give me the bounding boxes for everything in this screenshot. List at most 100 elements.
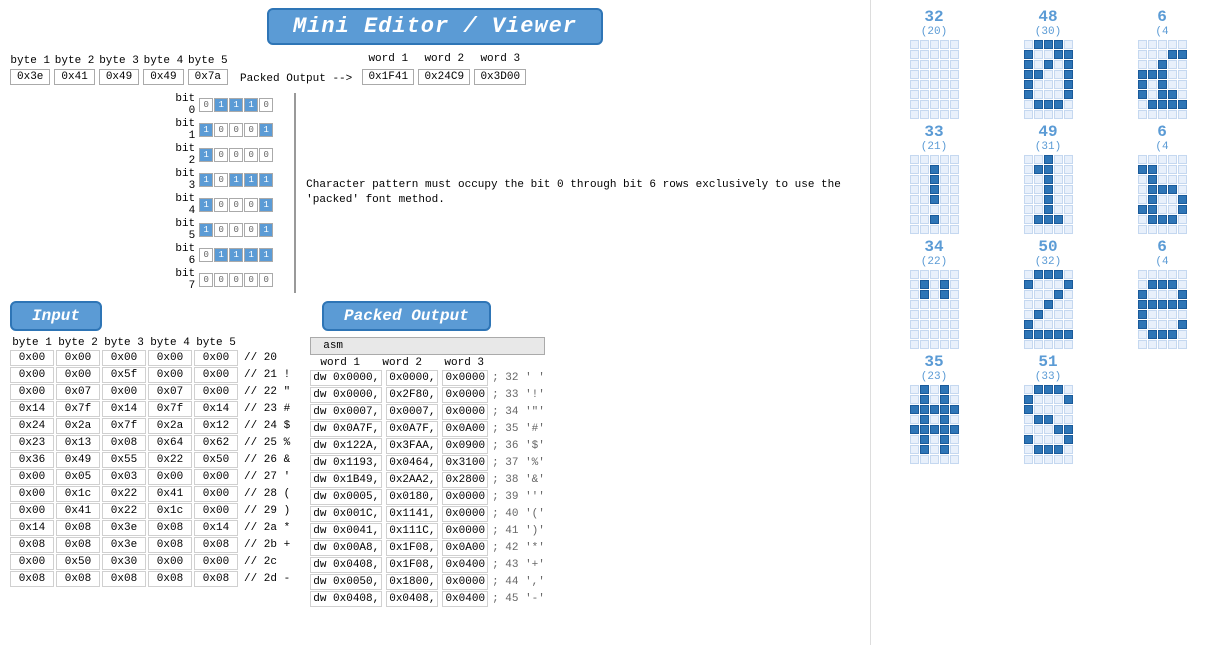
pixel-10-5-4 — [1064, 435, 1073, 444]
output-comment-12: ; 44 ',' — [492, 576, 545, 588]
pixel-2-6-3 — [1168, 100, 1177, 109]
pixel-3-2-0 — [910, 175, 919, 184]
char-num-label: 34 — [924, 238, 943, 256]
pixel-9-6-0 — [910, 445, 919, 454]
output-col-header-3: word 3 — [434, 357, 494, 369]
output-cell-10-0: dw 0x00A8, — [310, 540, 382, 556]
pixel-3-3-2 — [930, 185, 939, 194]
input-cell-6-3: 0x22 — [148, 452, 192, 468]
pixel-0-4-1 — [920, 80, 929, 89]
pixel-8-3-1 — [1148, 300, 1157, 309]
pixel-8-1-1 — [1148, 280, 1157, 289]
input-cell-0-1: 0x00 — [56, 350, 100, 366]
input-cell-0-3: 0x00 — [148, 350, 192, 366]
pixel-7-2-2 — [1044, 290, 1053, 299]
output-comment-10: ; 42 '*' — [492, 542, 545, 554]
pixel-2-5-0 — [1138, 90, 1147, 99]
input-cell-12-4: 0x00 — [194, 554, 238, 570]
pixel-8-5-2 — [1158, 320, 1167, 329]
input-cell-1-4: 0x00 — [194, 367, 238, 383]
bit-cell-4-0: 1 — [199, 198, 213, 212]
pixel-9-3-2 — [930, 415, 939, 424]
output-comment-13: ; 45 '-' — [492, 593, 545, 605]
pixel-2-6-1 — [1148, 100, 1157, 109]
bit-row-label-2: bit 2 — [165, 143, 195, 167]
output-cell-11-2: 0x0400 — [442, 557, 488, 573]
input-cell-3-0: 0x14 — [10, 401, 54, 417]
input-cell-3-1: 0x7f — [56, 401, 100, 417]
pixel-8-2-2 — [1158, 290, 1167, 299]
pixel-6-5-3 — [940, 320, 949, 329]
pixel-9-5-4 — [950, 435, 959, 444]
input-table: byte 1 byte 2 byte 3 byte 4 byte 5 0x000… — [10, 337, 290, 643]
byte-label-1: byte 1 — [10, 55, 50, 67]
pixel-10-1-2 — [1044, 395, 1053, 404]
pixel-9-1-3 — [940, 395, 949, 404]
bit-row-7: bit 700000 — [165, 268, 274, 292]
pixel-1-7-2 — [1044, 110, 1053, 119]
pixel-5-4-1 — [1148, 195, 1157, 204]
pixel-6-4-1 — [920, 310, 929, 319]
packed-arrow: Packed Output --> — [232, 73, 360, 85]
pixel-10-5-3 — [1054, 435, 1063, 444]
pixel-9-2-1 — [920, 405, 929, 414]
pixel-3-3-1 — [920, 185, 929, 194]
pixel-0-3-4 — [950, 70, 959, 79]
pixel-10-0-0 — [1024, 385, 1033, 394]
output-cell-1-0: dw 0x0000, — [310, 387, 382, 403]
pixel-6-6-1 — [920, 330, 929, 339]
pixel-7-6-1 — [1034, 330, 1043, 339]
pixel-8-1-3 — [1168, 280, 1177, 289]
char-num-label: 35 — [924, 353, 943, 371]
pixel-4-4-3 — [1054, 195, 1063, 204]
output-cell-2-1: 0x0007, — [386, 404, 438, 420]
bit-row-label-0: bit 0 — [165, 93, 195, 117]
input-cell-2-2: 0x00 — [102, 384, 146, 400]
pixel-8-4-0 — [1138, 310, 1147, 319]
pixel-1-4-1 — [1034, 80, 1043, 89]
input-cell-7-3: 0x00 — [148, 469, 192, 485]
pixel-6-6-3 — [940, 330, 949, 339]
pixel-8-7-4 — [1178, 340, 1187, 349]
input-cell-2-0: 0x00 — [10, 384, 54, 400]
input-cell-13-2: 0x08 — [102, 571, 146, 587]
char-num-label: 6 — [1157, 123, 1167, 141]
pixel-2-5-2 — [1158, 90, 1167, 99]
pixel-7-2-3 — [1054, 290, 1063, 299]
bit-row-label-5: bit 5 — [165, 218, 195, 242]
pixel-10-7-2 — [1044, 455, 1053, 464]
table-row: 0x000x1c0x220x410x00// 28 ( — [10, 486, 290, 502]
pixel-6-5-1 — [920, 320, 929, 329]
pixel-10-7-0 — [1024, 455, 1033, 464]
pixel-7-2-0 — [1024, 290, 1033, 299]
byte-label-5: byte 5 — [188, 55, 228, 67]
byte-value-2: 0x41 — [54, 69, 94, 85]
pixel-1-1-4 — [1064, 50, 1073, 59]
output-cell-0-0: dw 0x0000, — [310, 370, 382, 386]
pixel-10-4-0 — [1024, 425, 1033, 434]
pixel-0-2-3 — [940, 60, 949, 69]
output-comment-4: ; 36 '$' — [492, 440, 545, 452]
output-col-header-1: word 1 — [310, 357, 370, 369]
data-tables: byte 1 byte 2 byte 3 byte 4 byte 5 0x000… — [0, 335, 870, 645]
input-cell-8-2: 0x22 — [102, 486, 146, 502]
pixel-5-0-4 — [1178, 155, 1187, 164]
pixel-10-4-3 — [1054, 425, 1063, 434]
pixel-0-5-4 — [950, 90, 959, 99]
pixel-2-6-2 — [1158, 100, 1167, 109]
table-row: dw 0x0000, 0x0000, 0x0000 ; 32 ' ' — [310, 370, 545, 386]
pixel-7-3-3 — [1054, 300, 1063, 309]
pixel-10-2-2 — [1044, 405, 1053, 414]
pixel-2-7-2 — [1158, 110, 1167, 119]
input-cell-0-4: 0x00 — [194, 350, 238, 366]
input-label: Input — [10, 301, 102, 331]
pixel-2-4-1 — [1148, 80, 1157, 89]
pixel-4-1-1 — [1034, 165, 1043, 174]
char-num-label: 48 — [1038, 8, 1057, 26]
pixel-8-4-1 — [1148, 310, 1157, 319]
pixel-5-1-2 — [1158, 165, 1167, 174]
pixel-9-0-1 — [920, 385, 929, 394]
asm-tab[interactable]: asm — [310, 337, 545, 354]
bit-cell-6-0: 0 — [199, 248, 213, 262]
pixel-7-1-3 — [1054, 280, 1063, 289]
